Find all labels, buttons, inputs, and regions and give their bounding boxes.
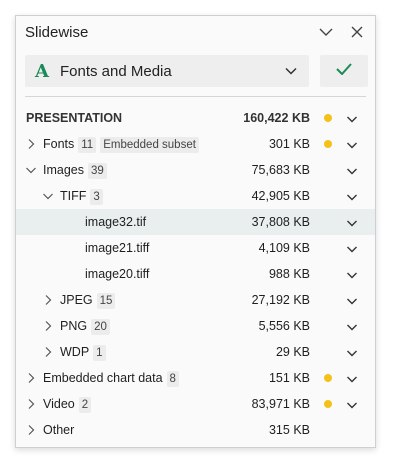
tree-row-name: Embedded chart data 8 <box>43 371 179 387</box>
tree-row[interactable]: JPEG 15 27,192 KB <box>16 287 375 313</box>
tree-row-name: TIFF 3 <box>60 189 103 205</box>
chevron-down-icon <box>285 64 297 82</box>
size-value: 988 KB <box>268 267 310 281</box>
tree-row-name: WDP 1 <box>60 345 106 361</box>
tag-badge: Embedded subset <box>100 137 199 153</box>
row-menu-chevron-icon[interactable] <box>346 139 358 151</box>
tree-row[interactable]: Fonts 11 Embedded subset 301 KB <box>16 131 375 157</box>
size-value: 5,556 KB <box>258 319 310 333</box>
media-tree: PRESENTATION 160,422 KB Fonts 11 Embedded su… <box>16 105 375 443</box>
tree-row-name: PNG 20 <box>60 319 110 335</box>
row-menu-chevron-icon[interactable] <box>346 399 358 411</box>
tree-row[interactable]: Video 2 83,971 KB <box>16 391 375 417</box>
tree-row-label: TIFF <box>60 189 87 203</box>
expanded-chevron-icon[interactable] <box>42 190 54 202</box>
tree-row-name: image32.tif <box>85 215 146 229</box>
tree-row-name: image20.tiff <box>85 267 149 281</box>
row-menu-chevron-icon[interactable] <box>346 113 358 125</box>
tree-row-name: Images 39 <box>43 163 107 179</box>
row-menu-chevron-icon[interactable] <box>346 321 358 333</box>
tree-row-label: Embedded chart data <box>43 371 163 385</box>
tree-row[interactable]: Images 39 75,683 KB <box>16 157 375 183</box>
size-value: 160,422 KB <box>243 111 310 125</box>
title-bar: Slidewise <box>16 16 375 48</box>
confirm-button[interactable] <box>320 55 368 87</box>
tree-row-label: PNG <box>60 319 88 333</box>
row-menu-chevron-icon[interactable] <box>346 295 358 307</box>
row-menu-chevron-icon[interactable] <box>346 217 358 229</box>
size-value: 29 KB <box>275 345 310 359</box>
collapsed-chevron-icon[interactable] <box>25 372 37 384</box>
tree-row-label: JPEG <box>60 293 93 307</box>
row-menu-chevron-icon[interactable] <box>346 347 358 359</box>
tree-row-name: image21.tiff <box>85 241 149 255</box>
status-dot-icon <box>324 140 332 148</box>
row-menu-chevron-icon[interactable] <box>346 373 358 385</box>
slidewise-panel: Slidewise A Fonts and Media PRESENTATION… <box>15 15 376 448</box>
divider <box>25 96 366 97</box>
status-dot-icon <box>324 114 332 122</box>
tree-row-name: Fonts 11 Embedded subset <box>43 137 199 153</box>
tree-row-label: PRESENTATION <box>26 111 123 125</box>
tree-row[interactable]: PRESENTATION 160,422 KB <box>16 105 375 131</box>
collapse-chevron-icon[interactable] <box>315 22 337 42</box>
collapsed-chevron-icon[interactable] <box>25 424 37 436</box>
tree-row[interactable]: image21.tiff 4,109 KB <box>16 235 375 261</box>
row-menu-chevron-icon[interactable] <box>346 191 358 203</box>
tree-row-label: Other <box>43 423 75 437</box>
count-badge: 15 <box>96 293 116 309</box>
tree-row-label: image32.tif <box>85 215 147 229</box>
expanded-chevron-icon[interactable] <box>25 164 37 176</box>
size-value: 83,971 KB <box>251 397 310 411</box>
count-badge: 1 <box>93 345 106 361</box>
size-value: 37,808 KB <box>251 215 310 229</box>
window-title: Slidewise <box>25 24 89 41</box>
tree-row[interactable]: TIFF 3 42,905 KB <box>16 183 375 209</box>
dropdown-label: Fonts and Media <box>60 62 172 80</box>
tree-row-name: JPEG 15 <box>60 293 116 309</box>
status-dot-icon <box>324 400 332 408</box>
size-value: 42,905 KB <box>251 189 310 203</box>
font-a-icon: A <box>35 60 49 82</box>
checkmark-icon <box>336 62 352 80</box>
tree-row[interactable]: WDP 1 29 KB <box>16 339 375 365</box>
row-menu-chevron-icon[interactable] <box>346 165 358 177</box>
size-value: 315 KB <box>268 423 310 437</box>
collapsed-chevron-icon[interactable] <box>42 346 54 358</box>
size-value: 151 KB <box>268 371 310 385</box>
size-value: 301 KB <box>268 137 310 151</box>
tree-row-name: PRESENTATION <box>26 111 122 125</box>
count-badge: 39 <box>88 163 107 179</box>
tree-row[interactable]: Other 315 KB <box>16 417 375 443</box>
row-menu-chevron-icon[interactable] <box>346 243 358 255</box>
count-badge: 11 <box>78 137 97 153</box>
tree-row-label: Images <box>43 163 84 177</box>
count-badge: 20 <box>91 319 110 335</box>
size-value: 27,192 KB <box>251 293 310 307</box>
collapsed-chevron-icon[interactable] <box>25 138 37 150</box>
tree-row[interactable]: image20.tiff 988 KB <box>16 261 375 287</box>
count-badge: 3 <box>90 189 103 205</box>
size-value: 75,683 KB <box>251 163 310 177</box>
tree-row[interactable]: image32.tif 37,808 KB <box>16 209 375 235</box>
collapsed-chevron-icon[interactable] <box>25 398 37 410</box>
category-dropdown[interactable]: A Fonts and Media <box>25 55 309 87</box>
tree-row-label: image20.tiff <box>85 267 150 281</box>
tree-row-name: Other <box>43 423 74 437</box>
row-menu-chevron-icon[interactable] <box>346 269 358 281</box>
tree-row[interactable]: Embedded chart data 8 151 KB <box>16 365 375 391</box>
count-badge: 8 <box>166 371 179 387</box>
size-value: 4,109 KB <box>258 241 310 255</box>
tree-row-label: Video <box>43 397 75 411</box>
collapsed-chevron-icon[interactable] <box>42 294 54 306</box>
status-dot-icon <box>324 374 332 382</box>
count-badge: 2 <box>78 397 92 413</box>
tree-row-label: image21.tiff <box>85 241 150 255</box>
tree-row-name: Video 2 <box>43 397 92 413</box>
close-icon[interactable] <box>346 22 368 42</box>
tree-row[interactable]: PNG 20 5,556 KB <box>16 313 375 339</box>
tree-row-label: Fonts <box>43 137 75 151</box>
collapsed-chevron-icon[interactable] <box>42 320 54 332</box>
tree-row-label: WDP <box>60 345 90 359</box>
